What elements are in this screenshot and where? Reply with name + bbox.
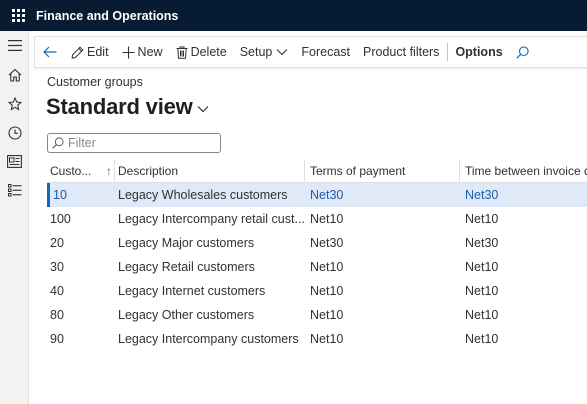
cell-time-between-invoice-due: Net30 bbox=[465, 236, 499, 250]
table-row[interactable]: 10 Legacy Wholesales customers Net30 Net… bbox=[47, 183, 587, 207]
table-row[interactable]: 40 Legacy Internet customers Net10 Net10 bbox=[47, 279, 587, 303]
forecast-button[interactable]: Forecast bbox=[295, 37, 357, 67]
new-button[interactable]: New bbox=[116, 37, 170, 67]
cell-terms-of-payment: Net10 bbox=[310, 284, 344, 298]
cell-customer-group: 100 bbox=[50, 212, 71, 226]
options-label: Options bbox=[455, 45, 503, 59]
cell-description: Legacy Major customers bbox=[118, 236, 255, 250]
back-button[interactable] bbox=[35, 37, 65, 67]
edit-label: Edit bbox=[87, 45, 109, 59]
cell-time-between-invoice-due: Net10 bbox=[465, 284, 499, 298]
cell-time-between-invoice-due: Net10 bbox=[465, 308, 499, 322]
action-pane: Edit New Delete Setup Forecast Product f… bbox=[34, 36, 587, 68]
column-header-time-between-invoice-due[interactable]: Time between invoice du bbox=[460, 160, 587, 183]
cell-customer-group: 20 bbox=[50, 236, 64, 250]
table-row[interactable]: 80 Legacy Other customers Net10 Net10 bbox=[47, 303, 587, 327]
column-header-label: Terms of payment bbox=[310, 164, 406, 178]
cell-description: Legacy Intercompany retail cust... bbox=[118, 212, 305, 226]
cell-customer-group: 90 bbox=[50, 332, 64, 346]
table-row[interactable]: 100 Legacy Intercompany retail cust... N… bbox=[47, 207, 587, 231]
options-tab[interactable]: Options bbox=[449, 37, 509, 67]
plus-icon bbox=[122, 46, 135, 58]
delete-label: Delete bbox=[190, 45, 227, 59]
search-icon bbox=[516, 45, 529, 59]
cell-description: Legacy Internet customers bbox=[118, 284, 266, 298]
cell-description: Legacy Retail customers bbox=[118, 260, 255, 274]
cell-customer-group: 30 bbox=[50, 260, 64, 274]
search-icon bbox=[52, 137, 64, 149]
trash-icon bbox=[176, 46, 188, 59]
chevron-down-icon bbox=[276, 49, 288, 56]
home-icon[interactable] bbox=[0, 60, 29, 89]
cell-customer-group: 40 bbox=[50, 284, 64, 298]
column-header-customer-group[interactable]: Custo... ↑ bbox=[47, 159, 115, 183]
search-button[interactable] bbox=[510, 37, 539, 67]
filter-box bbox=[47, 133, 221, 153]
hamburger-icon[interactable] bbox=[0, 31, 29, 60]
page-title: Standard view bbox=[46, 94, 193, 119]
cell-time-between-invoice-due: Net10 bbox=[465, 332, 499, 346]
action-pane-divider bbox=[447, 43, 449, 61]
column-header-label: Time between invoice du bbox=[465, 164, 587, 178]
delete-button[interactable]: Delete bbox=[170, 37, 234, 67]
cell-description: Legacy Wholesales customers bbox=[118, 188, 288, 202]
cell-time-between-invoice-due: Net10 bbox=[465, 260, 499, 274]
cell-terms-of-payment: Net10 bbox=[310, 212, 344, 226]
cell-description: Legacy Intercompany customers bbox=[118, 332, 299, 346]
cell-customer-group[interactable]: 10 bbox=[50, 183, 67, 207]
cell-time-between-invoice-due[interactable]: Net30 bbox=[465, 183, 498, 207]
modules-list-icon[interactable] bbox=[0, 176, 29, 205]
cell-terms-of-payment: Net10 bbox=[310, 260, 344, 274]
column-header-description[interactable]: Description bbox=[115, 159, 305, 183]
filter-input[interactable] bbox=[68, 136, 208, 150]
cell-terms-of-payment: Net10 bbox=[310, 308, 344, 322]
pencil-icon bbox=[71, 45, 84, 59]
table-row[interactable]: 30 Legacy Retail customers Net10 Net10 bbox=[47, 255, 587, 279]
table-row[interactable]: 20 Legacy Major customers Net30 Net30 bbox=[47, 231, 587, 255]
forecast-label: Forecast bbox=[301, 45, 351, 59]
back-arrow-icon bbox=[43, 46, 57, 58]
view-selector[interactable]: Standard view bbox=[46, 94, 209, 120]
app-bar: Finance and Operations bbox=[0, 0, 587, 31]
product-filters-label: Product filters bbox=[363, 45, 440, 59]
cell-terms-of-payment[interactable]: Net30 bbox=[310, 183, 343, 207]
sort-ascending-icon: ↑ bbox=[106, 164, 112, 178]
cell-description: Legacy Other customers bbox=[118, 308, 255, 322]
cell-terms-of-payment: Net30 bbox=[310, 236, 344, 250]
cell-terms-of-payment: Net10 bbox=[310, 332, 344, 346]
edit-button[interactable]: Edit bbox=[65, 37, 116, 67]
cell-customer-group: 80 bbox=[50, 308, 64, 322]
customer-groups-grid: Custo... ↑ Description Terms of payment … bbox=[47, 159, 587, 351]
breadcrumb[interactable]: Customer groups bbox=[47, 75, 143, 89]
recent-clock-icon[interactable] bbox=[0, 118, 29, 147]
chevron-down-icon bbox=[197, 106, 208, 113]
setup-label: Setup bbox=[239, 45, 273, 59]
product-filters-button[interactable]: Product filters bbox=[357, 37, 446, 67]
new-label: New bbox=[137, 45, 163, 59]
navigation-rail bbox=[0, 31, 29, 404]
app-launcher-waffle-icon[interactable] bbox=[0, 0, 36, 31]
app-title: Finance and Operations bbox=[36, 8, 179, 23]
setup-menu-button[interactable]: Setup bbox=[234, 37, 296, 67]
favorites-star-icon[interactable] bbox=[0, 89, 29, 118]
grid-header: Custo... ↑ Description Terms of payment … bbox=[47, 159, 587, 183]
column-header-terms-of-payment[interactable]: Terms of payment bbox=[305, 159, 460, 183]
table-row[interactable]: 90 Legacy Intercompany customers Net10 N… bbox=[47, 327, 587, 351]
cell-time-between-invoice-due: Net10 bbox=[465, 212, 499, 226]
column-header-label: Custo... bbox=[50, 164, 92, 178]
column-header-label: Description bbox=[118, 164, 179, 178]
workspaces-icon[interactable] bbox=[0, 147, 29, 176]
